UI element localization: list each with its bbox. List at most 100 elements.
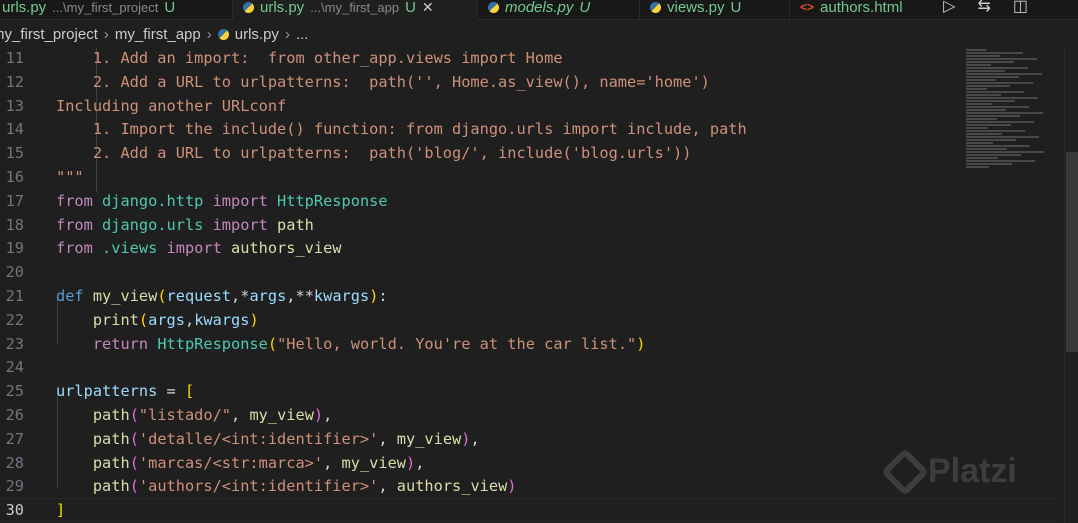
code-token: args [249,287,287,305]
minimap-line [966,70,1005,72]
code-text: from django.http import HttpResponse [56,189,388,213]
line-number: 20 [5,263,24,282]
minimap-line [966,148,1007,150]
minimap-line [966,73,1042,75]
minimap-line [966,121,1034,123]
minimap-line [966,64,991,66]
line-number: 16 [5,168,24,186]
minimap-line [966,142,993,144]
chevron-right-icon: › [103,25,109,43]
minimap-line [966,97,1038,99]
compare-changes-icon[interactable]: ⇆ [977,0,990,16]
code-text: Including another URLconf [56,94,286,118]
code-token: import [212,215,268,234]
code-line: 19 from .views import authors_view [0,236,960,260]
code-text: 1. Import the include() function: from d… [56,117,747,141]
chevron-right-icon: › [284,25,290,43]
code-text: """ [56,165,84,189]
tab-status: U [579,0,591,16]
minimap-line [966,124,1011,126]
split-editor-icon[interactable]: ◫ [1013,0,1028,16]
code-line: 30] [0,498,960,522]
platzi-logo [880,447,930,496]
code-line: 12 2. Add a URL to urlpatterns: path('',… [0,70,960,94]
breadcrumb-item[interactable]: my_first_project [0,26,98,43]
code-token: my_view [341,453,406,472]
tab-label: urls.py [260,0,305,16]
code-text: path('authors/<int:identifier>', authors… [56,474,517,498]
code-token: path [92,406,130,424]
vertical-scrollbar[interactable] [1064,48,1078,523]
code-line: 23 return HttpResponse("Hello, world. Yo… [0,332,960,356]
code-token: , [378,477,397,496]
code-token: my_view [396,429,462,448]
code-token: , [470,429,480,448]
tab-urls-app[interactable]: urls.py ...\my_first_app U ✕ [233,0,478,20]
line-number: 21 [5,287,24,305]
breadcrumb-item[interactable]: urls.py [235,26,279,43]
breadcrumb-item[interactable]: ... [296,26,309,43]
code-token: ( [138,310,149,329]
minimap-line [966,136,1039,138]
code-token: django.urls [92,215,213,234]
tab-label: views.py [667,0,725,16]
tab-views[interactable]: views.py U [640,0,790,20]
code-token: ( [267,334,278,353]
code-token: ( [129,477,139,496]
tab-status: U [405,0,416,16]
minimap-line [966,58,1037,60]
close-icon[interactable]: ✕ [422,0,434,16]
minimap-line [966,67,1028,69]
code-token: , [184,310,195,329]
tab-authors-html[interactable]: <> authors.html [790,0,920,20]
code-line: 24 [0,355,960,379]
code-token: , [323,406,333,424]
code-token: """ [56,168,84,186]
code-token: 'detalle/<int:identifier>' [138,429,379,448]
code-token: , [378,429,397,448]
minimap-line [966,79,996,81]
minimap-line [966,130,1025,132]
scrollbar-thumb[interactable] [1066,152,1078,352]
code-token: ,* [231,287,250,305]
line-number: 17 [5,191,24,210]
minimap-line [966,109,1006,111]
code-line: 28 path('marcas/<str:marca>', my_view), [0,451,960,475]
code-token: 'marcas/<str:marca>' [138,453,324,472]
code-line: 15 2. Add a URL to urlpatterns: path('bl… [0,141,960,165]
code-token: import [166,239,222,258]
breadcrumb-item[interactable]: my_first_app [115,26,201,43]
code-token: return [92,334,149,353]
code-token: from [56,191,93,210]
code-token: .views [92,239,167,258]
code-line: 14 1. Import the include() function: fro… [0,117,960,141]
minimap[interactable] [966,48,1046,168]
line-number: 12 [5,72,24,91]
run-icon[interactable]: ▷ [943,0,955,16]
code-token: ,** [286,287,314,305]
editor-actions: ▷ ⇆ ◫ [943,0,1028,16]
breadcrumb: my_first_project › my_first_app › urls.p… [0,20,1070,48]
minimap-line [966,154,1021,156]
minimap-line [966,61,1014,63]
code-line: 13 Including another URLconf [0,94,960,118]
tab-dir: ...\my_first_project [52,0,159,15]
code-line: 26 path("listado/", my_view), [0,403,960,427]
code-line: 18 from django.urls import path [0,213,960,237]
line-number: 18 [5,215,24,234]
code-token: from [56,239,93,258]
code-line: 22 print(args,kwargs) [0,308,960,332]
code-text: urlpatterns = [ [56,379,194,403]
code-token: 2. Add a URL to urlpatterns: path('', Ho… [56,72,710,91]
tab-urls-project[interactable]: urls.py ...\my_first_project U [0,0,233,20]
line-number: 29 [5,477,24,496]
tab-bar: urls.py ...\my_first_project U urls.py .… [0,0,1078,20]
code-token: def [56,287,84,305]
tab-models[interactable]: models.py U [478,0,640,20]
line-number: 13 [5,96,24,115]
minimap-line [966,115,1020,117]
